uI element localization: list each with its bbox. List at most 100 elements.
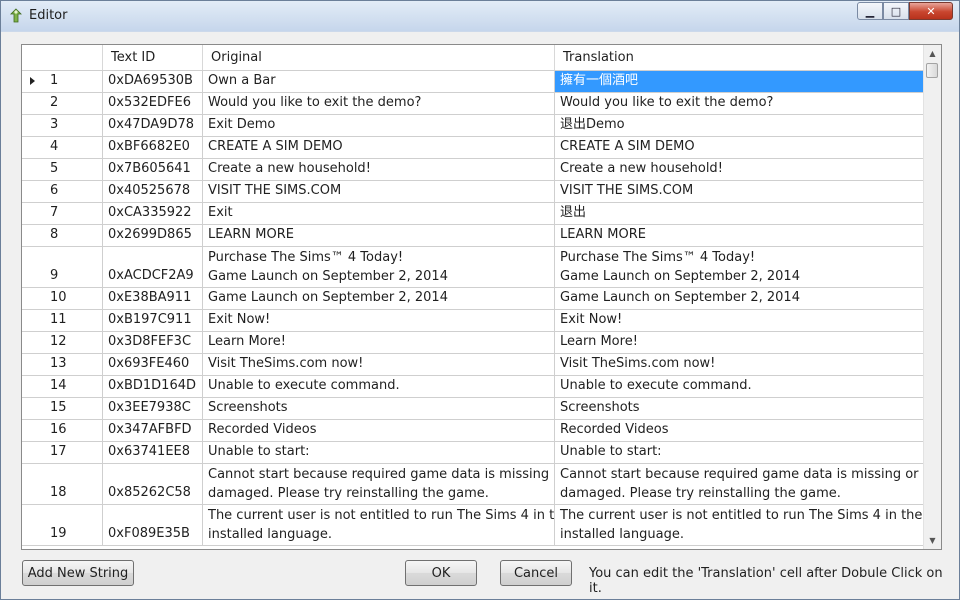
row-header-cell[interactable]: 17 (22, 442, 103, 464)
row-header-cell[interactable]: 8 (22, 225, 103, 247)
original-cell[interactable]: CREATE A SIM DEMO (203, 137, 555, 159)
table-row[interactable]: 7 0xCA335922 Exit 退出 (22, 203, 924, 225)
table-row[interactable]: 15 0x3EE7938C Screenshots Screenshots (22, 398, 924, 420)
text-id-cell[interactable]: 0x40525678 (103, 181, 203, 203)
minimize-button[interactable]: ▁ (857, 2, 883, 20)
table-row[interactable]: 6 0x40525678 VISIT THE SIMS.COM VISIT THE S… (22, 181, 924, 203)
ok-button[interactable]: OK (405, 560, 477, 586)
table-row[interactable]: 10 0xE38BA911 Game Launch on September 2, … (22, 288, 924, 310)
scroll-up-icon[interactable]: ▲ (924, 45, 941, 62)
text-id-cell[interactable]: 0x63741EE8 (103, 442, 203, 464)
original-cell[interactable]: Screenshots (203, 398, 555, 420)
row-header-cell[interactable]: 10 (22, 288, 103, 310)
original-cell[interactable]: The current user is not entitled to run … (203, 505, 555, 546)
row-header-cell[interactable]: 5 (22, 159, 103, 181)
translation-cell[interactable]: Unable to execute command. (555, 376, 924, 398)
text-id-cell[interactable]: 0xB197C911 (103, 310, 203, 332)
title-bar[interactable]: Editor ▁ □ ✕ (1, 1, 959, 31)
row-header-cell[interactable]: 16 (22, 420, 103, 442)
table-row[interactable]: 1 0xDA69530B Own a Bar 擁有一個酒吧 (22, 71, 924, 93)
add-new-string-button[interactable]: Add New String (22, 560, 134, 586)
row-header-cell[interactable]: 12 (22, 332, 103, 354)
row-header-cell[interactable]: 6 (22, 181, 103, 203)
row-header-cell[interactable]: 15 (22, 398, 103, 420)
original-cell[interactable]: Visit TheSims.com now! (203, 354, 555, 376)
text-id-cell[interactable]: 0xBD1D164D (103, 376, 203, 398)
original-cell[interactable]: Learn More! (203, 332, 555, 354)
translation-cell[interactable]: Cannot start because required game data … (555, 464, 924, 505)
text-id-cell[interactable]: 0xBF6682E0 (103, 137, 203, 159)
translation-cell[interactable]: LEARN MORE (555, 225, 924, 247)
translation-cell[interactable]: 退出 (555, 203, 924, 225)
translation-cell[interactable]: Visit TheSims.com now! (555, 354, 924, 376)
text-id-cell[interactable]: 0x347AFBFD (103, 420, 203, 442)
column-header-translation[interactable]: Translation (555, 45, 924, 70)
translation-cell[interactable]: The current user is not entitled to run … (555, 505, 924, 546)
cancel-button[interactable]: Cancel (500, 560, 572, 586)
original-cell[interactable]: Game Launch on September 2, 2014 (203, 288, 555, 310)
translation-cell[interactable]: Unable to start: (555, 442, 924, 464)
column-header-original[interactable]: Original (203, 45, 555, 70)
table-row[interactable]: 12 0x3D8FEF3C Learn More! Learn More! (22, 332, 924, 354)
close-button[interactable]: ✕ (909, 2, 953, 20)
text-id-cell[interactable]: 0xF089E35B (103, 505, 203, 546)
table-row[interactable]: 2 0x532EDFE6 Would you like to exit the de… (22, 93, 924, 115)
translation-cell[interactable]: Exit Now! (555, 310, 924, 332)
table-row[interactable]: 9 0xACDCF2A9 Purchase The Sims™ 4 Today! G… (22, 247, 924, 288)
table-row[interactable]: 19 0xF089E35B The current user is not enti… (22, 505, 924, 546)
row-header-cell[interactable]: 3 (22, 115, 103, 137)
original-cell[interactable]: Cannot start because required game data … (203, 464, 555, 505)
row-header-cell[interactable]: 13 (22, 354, 103, 376)
table-row[interactable]: 3 0x47DA9D78 Exit Demo 退出Demo (22, 115, 924, 137)
row-header-cell[interactable]: 9 (22, 247, 103, 288)
original-cell[interactable]: Exit Demo (203, 115, 555, 137)
translation-cell[interactable]: Create a new household! (555, 159, 924, 181)
maximize-button[interactable]: □ (883, 2, 909, 20)
text-id-cell[interactable]: 0x47DA9D78 (103, 115, 203, 137)
scroll-thumb[interactable] (926, 63, 938, 78)
row-header-cell[interactable]: 2 (22, 93, 103, 115)
translation-cell[interactable]: Learn More! (555, 332, 924, 354)
translation-cell[interactable]: Purchase The Sims™ 4 Today! Game Launch … (555, 247, 924, 288)
translation-cell[interactable]: VISIT THE SIMS.COM (555, 181, 924, 203)
original-cell[interactable]: Exit Now! (203, 310, 555, 332)
text-id-cell[interactable]: 0x7B605641 (103, 159, 203, 181)
table-row[interactable]: 11 0xB197C911 Exit Now! Exit Now! (22, 310, 924, 332)
table-row[interactable]: 8 0x2699D865 LEARN MORE LEARN MORE (22, 225, 924, 247)
table-row[interactable]: 4 0xBF6682E0 CREATE A SIM DEMO CREATE A SIM… (22, 137, 924, 159)
row-header-cell[interactable]: 11 (22, 310, 103, 332)
text-id-cell[interactable]: 0xDA69530B (103, 71, 203, 93)
original-cell[interactable]: Create a new household! (203, 159, 555, 181)
translation-cell[interactable]: Screenshots (555, 398, 924, 420)
table-row[interactable]: 14 0xBD1D164D Unable to execute command. Un… (22, 376, 924, 398)
translation-cell[interactable]: Would you like to exit the demo? (555, 93, 924, 115)
translation-cell[interactable]: Recorded Videos (555, 420, 924, 442)
original-cell[interactable]: Own a Bar (203, 71, 555, 93)
text-id-cell[interactable]: 0x3D8FEF3C (103, 332, 203, 354)
translation-cell[interactable]: 退出Demo (555, 115, 924, 137)
row-header-cell[interactable]: 1 (22, 71, 103, 93)
original-cell[interactable]: Unable to start: (203, 442, 555, 464)
table-row[interactable]: 18 0x85262C58 Cannot start because require… (22, 464, 924, 505)
translation-cell[interactable]: CREATE A SIM DEMO (555, 137, 924, 159)
original-cell[interactable]: Purchase The Sims™ 4 Today! Game Launch … (203, 247, 555, 288)
row-header-cell[interactable]: 4 (22, 137, 103, 159)
original-cell[interactable]: LEARN MORE (203, 225, 555, 247)
text-id-cell[interactable]: 0x2699D865 (103, 225, 203, 247)
vertical-scrollbar[interactable]: ▲ ▼ (923, 45, 941, 549)
text-id-cell[interactable]: 0x85262C58 (103, 464, 203, 505)
table-row[interactable]: 17 0x63741EE8 Unable to start: Unable to st… (22, 442, 924, 464)
translation-cell[interactable]: Game Launch on September 2, 2014 (555, 288, 924, 310)
strings-grid[interactable]: Text ID Original Translation 1 0xDA69530B… (21, 44, 942, 550)
row-header-cell[interactable]: 7 (22, 203, 103, 225)
row-header-cell[interactable]: 18 (22, 464, 103, 505)
text-id-cell[interactable]: 0xE38BA911 (103, 288, 203, 310)
original-cell[interactable]: Exit (203, 203, 555, 225)
text-id-cell[interactable]: 0x3EE7938C (103, 398, 203, 420)
text-id-cell[interactable]: 0xCA335922 (103, 203, 203, 225)
text-id-cell[interactable]: 0x532EDFE6 (103, 93, 203, 115)
scroll-down-icon[interactable]: ▼ (924, 532, 941, 549)
table-row[interactable]: 5 0x7B605641 Create a new household! Create… (22, 159, 924, 181)
original-cell[interactable]: Recorded Videos (203, 420, 555, 442)
original-cell[interactable]: Unable to execute command. (203, 376, 555, 398)
